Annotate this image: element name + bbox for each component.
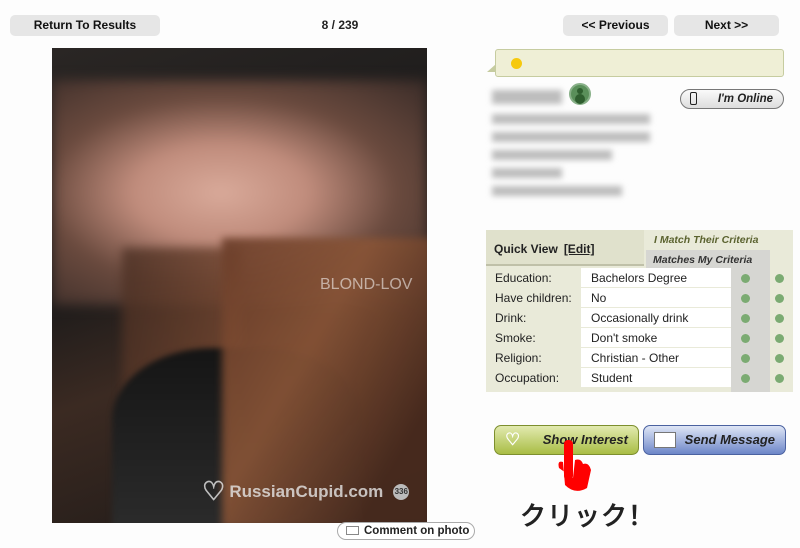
row-label: Education: bbox=[495, 271, 552, 285]
speech-bubble-icon bbox=[654, 432, 676, 448]
watermark: BLOND-LOV bbox=[320, 276, 413, 293]
online-label: I'm Online bbox=[717, 93, 773, 105]
row-label: Smoke: bbox=[495, 331, 536, 345]
match-dot-icon bbox=[741, 374, 750, 383]
row-value: Don't smoke bbox=[581, 328, 731, 347]
quick-view-title: Quick View bbox=[494, 242, 558, 256]
row-value: Bachelors Degree bbox=[581, 268, 731, 287]
comment-on-photo-button[interactable]: Comment on photo bbox=[337, 522, 475, 540]
i-match-their-criteria-label: I Match Their Criteria bbox=[654, 234, 759, 246]
blurred-name bbox=[492, 90, 562, 104]
comment-label: Comment on photo bbox=[364, 525, 470, 537]
quick-view-row: Smoke: Don't smoke bbox=[486, 328, 793, 348]
match-dot-icon bbox=[741, 294, 750, 303]
row-label: Occupation: bbox=[495, 371, 560, 385]
quick-view-row: Education: Bachelors Degree bbox=[486, 268, 793, 288]
quick-view-row: Religion: Christian - Other bbox=[486, 348, 793, 368]
match-dot-icon bbox=[741, 354, 750, 363]
match-dot-icon bbox=[775, 374, 784, 383]
quick-view-row: Drink: Occasionally drink bbox=[486, 308, 793, 328]
blurred-info bbox=[492, 132, 650, 142]
blurred-info bbox=[492, 186, 622, 196]
matches-my-criteria-label: Matches My Criteria bbox=[646, 250, 770, 268]
match-dot-icon bbox=[741, 334, 750, 343]
row-value: Christian - Other bbox=[581, 348, 731, 367]
match-dot-icon bbox=[775, 354, 784, 363]
row-value: Occasionally drink bbox=[581, 308, 731, 327]
match-dot-icon bbox=[775, 294, 784, 303]
edit-link[interactable]: [Edit] bbox=[564, 242, 595, 256]
heart-logo-icon: ♡ bbox=[202, 476, 226, 506]
heart-icon: ♡ bbox=[505, 430, 521, 449]
match-dot-icon bbox=[775, 314, 784, 323]
send-message-label: Send Message bbox=[684, 432, 775, 447]
profile-photo[interactable]: BLOND-LOV ♡ RussianCupid.com 336 bbox=[52, 48, 427, 523]
status-dot-icon bbox=[511, 58, 522, 69]
row-value: Student bbox=[581, 368, 731, 387]
brand-text: RussianCupid.com bbox=[229, 481, 384, 501]
match-dot-icon bbox=[775, 334, 784, 343]
quick-view-panel: Quick View [Edit] I Match Their Criteria … bbox=[486, 230, 793, 392]
row-value: No bbox=[581, 288, 731, 307]
row-label: Have children: bbox=[495, 291, 572, 305]
return-to-results-button[interactable]: Return To Results bbox=[10, 15, 160, 36]
comment-icon bbox=[346, 526, 359, 535]
previous-button[interactable]: << Previous bbox=[563, 15, 668, 36]
match-dot-icon bbox=[741, 274, 750, 283]
pointing-hand-icon bbox=[558, 440, 591, 491]
send-message-button[interactable]: Send Message bbox=[643, 425, 786, 455]
row-label: Drink: bbox=[495, 311, 527, 325]
quick-view-row: Have children: No bbox=[486, 288, 793, 308]
im-online-button[interactable]: I'm Online bbox=[680, 89, 784, 109]
blurred-info bbox=[492, 114, 650, 124]
brand-watermark: ♡ RussianCupid.com 336 bbox=[202, 476, 410, 507]
quick-view-row: Occupation: Student bbox=[486, 368, 793, 388]
photo-badge: 336 bbox=[393, 483, 410, 500]
female-user-icon bbox=[569, 83, 591, 105]
row-label: Religion: bbox=[495, 351, 542, 365]
result-counter: 8 / 239 bbox=[321, 18, 359, 32]
next-button[interactable]: Next >> bbox=[674, 15, 779, 36]
click-annotation: クリック！ bbox=[520, 502, 656, 532]
match-dot-icon bbox=[741, 314, 750, 323]
status-bubble bbox=[487, 49, 784, 77]
blurred-info bbox=[492, 150, 612, 160]
phone-icon bbox=[690, 92, 697, 105]
match-dot-icon bbox=[775, 274, 784, 283]
quick-view-header: Quick View [Edit] bbox=[486, 230, 644, 266]
blurred-info bbox=[492, 168, 562, 178]
